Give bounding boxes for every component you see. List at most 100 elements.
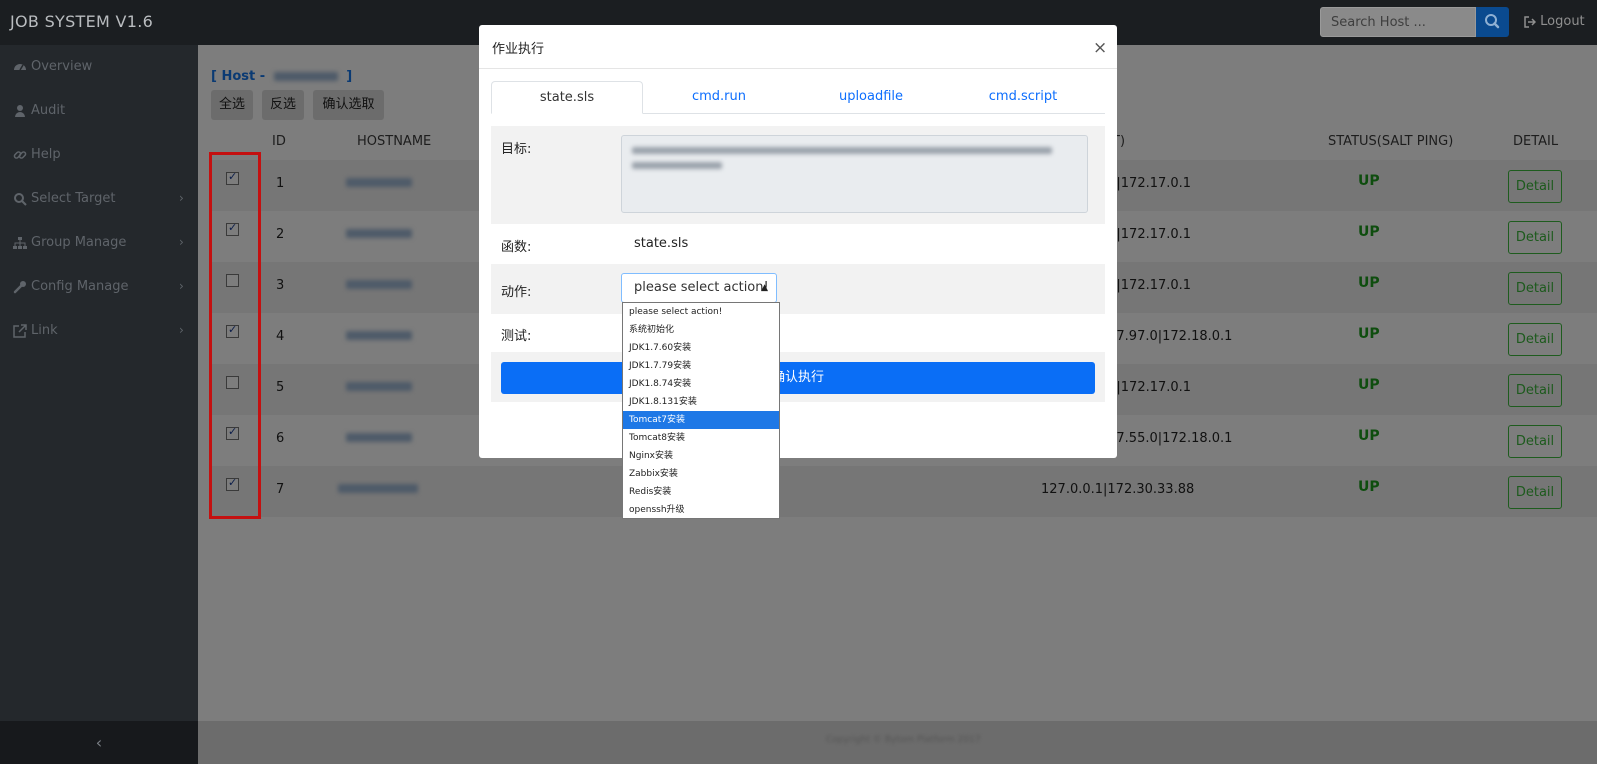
sidebar-item-group-manage[interactable]: Group Manage › bbox=[0, 221, 198, 265]
detail-button[interactable]: Detail bbox=[1508, 221, 1562, 254]
row-ip: .1|172.17.0.1 bbox=[1104, 278, 1192, 293]
action-option[interactable]: Tomcat7安装 bbox=[623, 411, 779, 429]
action-option[interactable]: 系统初始化 bbox=[623, 321, 779, 339]
chevron-left-icon: ‹ bbox=[95, 733, 103, 752]
row-status: UP bbox=[1358, 479, 1380, 495]
action-option[interactable]: JDK1.7.79安装 bbox=[623, 357, 779, 375]
detail-button[interactable]: Detail bbox=[1508, 374, 1562, 407]
row-ip: .17.97.0|172.18.0.1 bbox=[1104, 329, 1233, 344]
detail-button[interactable]: Detail bbox=[1508, 170, 1562, 203]
sidebar-item-select-target[interactable]: Select Target › bbox=[0, 177, 198, 221]
redacted-target bbox=[632, 147, 1052, 154]
detail-button[interactable]: Detail bbox=[1508, 476, 1562, 509]
action-row: 动作: bbox=[491, 264, 1105, 314]
column-header-hostname: HOSTNAME bbox=[357, 134, 432, 149]
external-link-icon bbox=[13, 324, 27, 338]
action-option[interactable]: Nginx安装 bbox=[623, 447, 779, 465]
execute-button[interactable]: 确认执行 bbox=[501, 362, 1095, 394]
action-option[interactable]: openssh升级 bbox=[623, 501, 779, 519]
sidebar-item-label: Link bbox=[31, 323, 58, 338]
row-status: UP bbox=[1358, 326, 1380, 342]
tab-cmd-run[interactable]: cmd.run bbox=[643, 81, 795, 114]
detail-button[interactable]: Detail bbox=[1508, 425, 1562, 458]
sidebar-item-help[interactable]: Help bbox=[0, 133, 198, 177]
link-icon bbox=[13, 151, 27, 159]
column-header-detail: DETAIL bbox=[1513, 134, 1559, 149]
search-button[interactable] bbox=[1476, 7, 1509, 37]
confirm-selection-button[interactable]: 确认选取 bbox=[313, 90, 384, 120]
tab-cmd-script[interactable]: cmd.script bbox=[947, 81, 1099, 114]
redacted-hostname bbox=[346, 331, 412, 340]
action-select-value: please select action! bbox=[634, 280, 769, 295]
chevron-right-icon: › bbox=[179, 323, 184, 337]
sign-out-icon bbox=[1524, 15, 1537, 28]
action-label: 动作: bbox=[501, 285, 532, 300]
row-id: 3 bbox=[276, 278, 285, 293]
sidebar-item-label: Config Manage bbox=[31, 279, 129, 294]
tab-state-sls[interactable]: state.sls bbox=[491, 81, 643, 114]
job-execute-modal: 作业执行 × state.sls cmd.run uploadfile cmd.… bbox=[479, 25, 1117, 458]
row-id: 4 bbox=[276, 329, 285, 344]
sidebar-item-link[interactable]: Link › bbox=[0, 309, 198, 353]
row-ip: .1|172.17.0.1 bbox=[1104, 176, 1192, 191]
row-status: UP bbox=[1358, 275, 1380, 291]
row-status: UP bbox=[1358, 224, 1380, 240]
table-row: 7 127.0.0.1|172.30.33.88 UP Detail bbox=[210, 466, 1597, 517]
row-status: UP bbox=[1358, 173, 1380, 189]
action-option[interactable]: JDK1.8.131安装 bbox=[623, 393, 779, 411]
search-field-wrap bbox=[1320, 7, 1476, 37]
redacted-hostname bbox=[346, 229, 412, 238]
action-option[interactable]: JDK1.8.74安装 bbox=[623, 375, 779, 393]
action-option[interactable]: JDK1.7.60安装 bbox=[623, 339, 779, 357]
search-icon bbox=[14, 193, 27, 206]
sidebar-item-audit[interactable]: Audit bbox=[0, 89, 198, 133]
action-option[interactable]: Zabbix安装 bbox=[623, 465, 779, 483]
redacted-hostname bbox=[346, 178, 412, 187]
redacted-hostname bbox=[346, 280, 412, 289]
highlight-annotation-box bbox=[209, 152, 261, 519]
tab-uploadfile[interactable]: uploadfile bbox=[795, 81, 947, 114]
invert-selection-button[interactable]: 反选 bbox=[262, 90, 304, 120]
chevron-right-icon: › bbox=[179, 235, 184, 249]
select-all-button[interactable]: 全选 bbox=[211, 90, 253, 120]
search-host-input[interactable] bbox=[1321, 8, 1475, 36]
sidebar-collapse-button[interactable]: ‹ bbox=[0, 721, 198, 764]
sidebar-item-overview[interactable]: Overview bbox=[0, 45, 198, 89]
sidebar-item-label: Audit bbox=[31, 103, 66, 118]
test-label: 测试: bbox=[501, 329, 532, 344]
target-textarea[interactable] bbox=[621, 135, 1088, 213]
logout-link[interactable]: Logout bbox=[1524, 14, 1585, 29]
column-header-id: ID bbox=[272, 134, 286, 149]
redacted-hostname bbox=[338, 484, 418, 493]
host-title-prefix: [ Host - bbox=[211, 69, 266, 84]
function-row: 函数: state.sls bbox=[491, 224, 1105, 264]
sidebar-item-config-manage[interactable]: Config Manage › bbox=[0, 265, 198, 309]
logout-label: Logout bbox=[1540, 14, 1585, 29]
sitemap-icon bbox=[13, 237, 27, 249]
close-icon[interactable]: × bbox=[1093, 38, 1107, 58]
detail-button[interactable]: Detail bbox=[1508, 272, 1562, 305]
dashboard-icon bbox=[14, 64, 26, 71]
redacted-hostname bbox=[346, 433, 412, 442]
page-footer: Copyright © Bytom Platform 2017 bbox=[198, 721, 1597, 764]
row-ip: .1|172.17.0.1 bbox=[1104, 227, 1192, 242]
detail-button[interactable]: Detail bbox=[1508, 323, 1562, 356]
host-title: [ Host - ] bbox=[211, 69, 352, 84]
row-id: 2 bbox=[276, 227, 285, 242]
row-id: 6 bbox=[276, 431, 285, 446]
action-option[interactable]: Tomcat8安装 bbox=[623, 429, 779, 447]
wrench-icon bbox=[13, 281, 26, 294]
redacted-host bbox=[273, 72, 338, 81]
row-ip: .17.55.0|172.18.0.1 bbox=[1104, 431, 1233, 446]
action-option[interactable]: Redis安装 bbox=[623, 483, 779, 501]
sidebar-item-label: Select Target bbox=[31, 191, 116, 206]
chevron-right-icon: › bbox=[179, 191, 184, 205]
action-option[interactable]: please select action! bbox=[623, 303, 779, 321]
column-header-status: STATUS(SALT PING) bbox=[1328, 134, 1454, 149]
row-id: 5 bbox=[276, 380, 285, 395]
copyright-text: Copyright © Bytom Platform 2017 bbox=[826, 735, 981, 745]
function-label: 函数: bbox=[501, 240, 532, 255]
search-icon bbox=[1485, 14, 1500, 29]
app-brand[interactable]: JOB SYSTEM V1.6 bbox=[10, 12, 153, 31]
action-select[interactable]: please select action! ▲▼ bbox=[621, 273, 777, 321]
